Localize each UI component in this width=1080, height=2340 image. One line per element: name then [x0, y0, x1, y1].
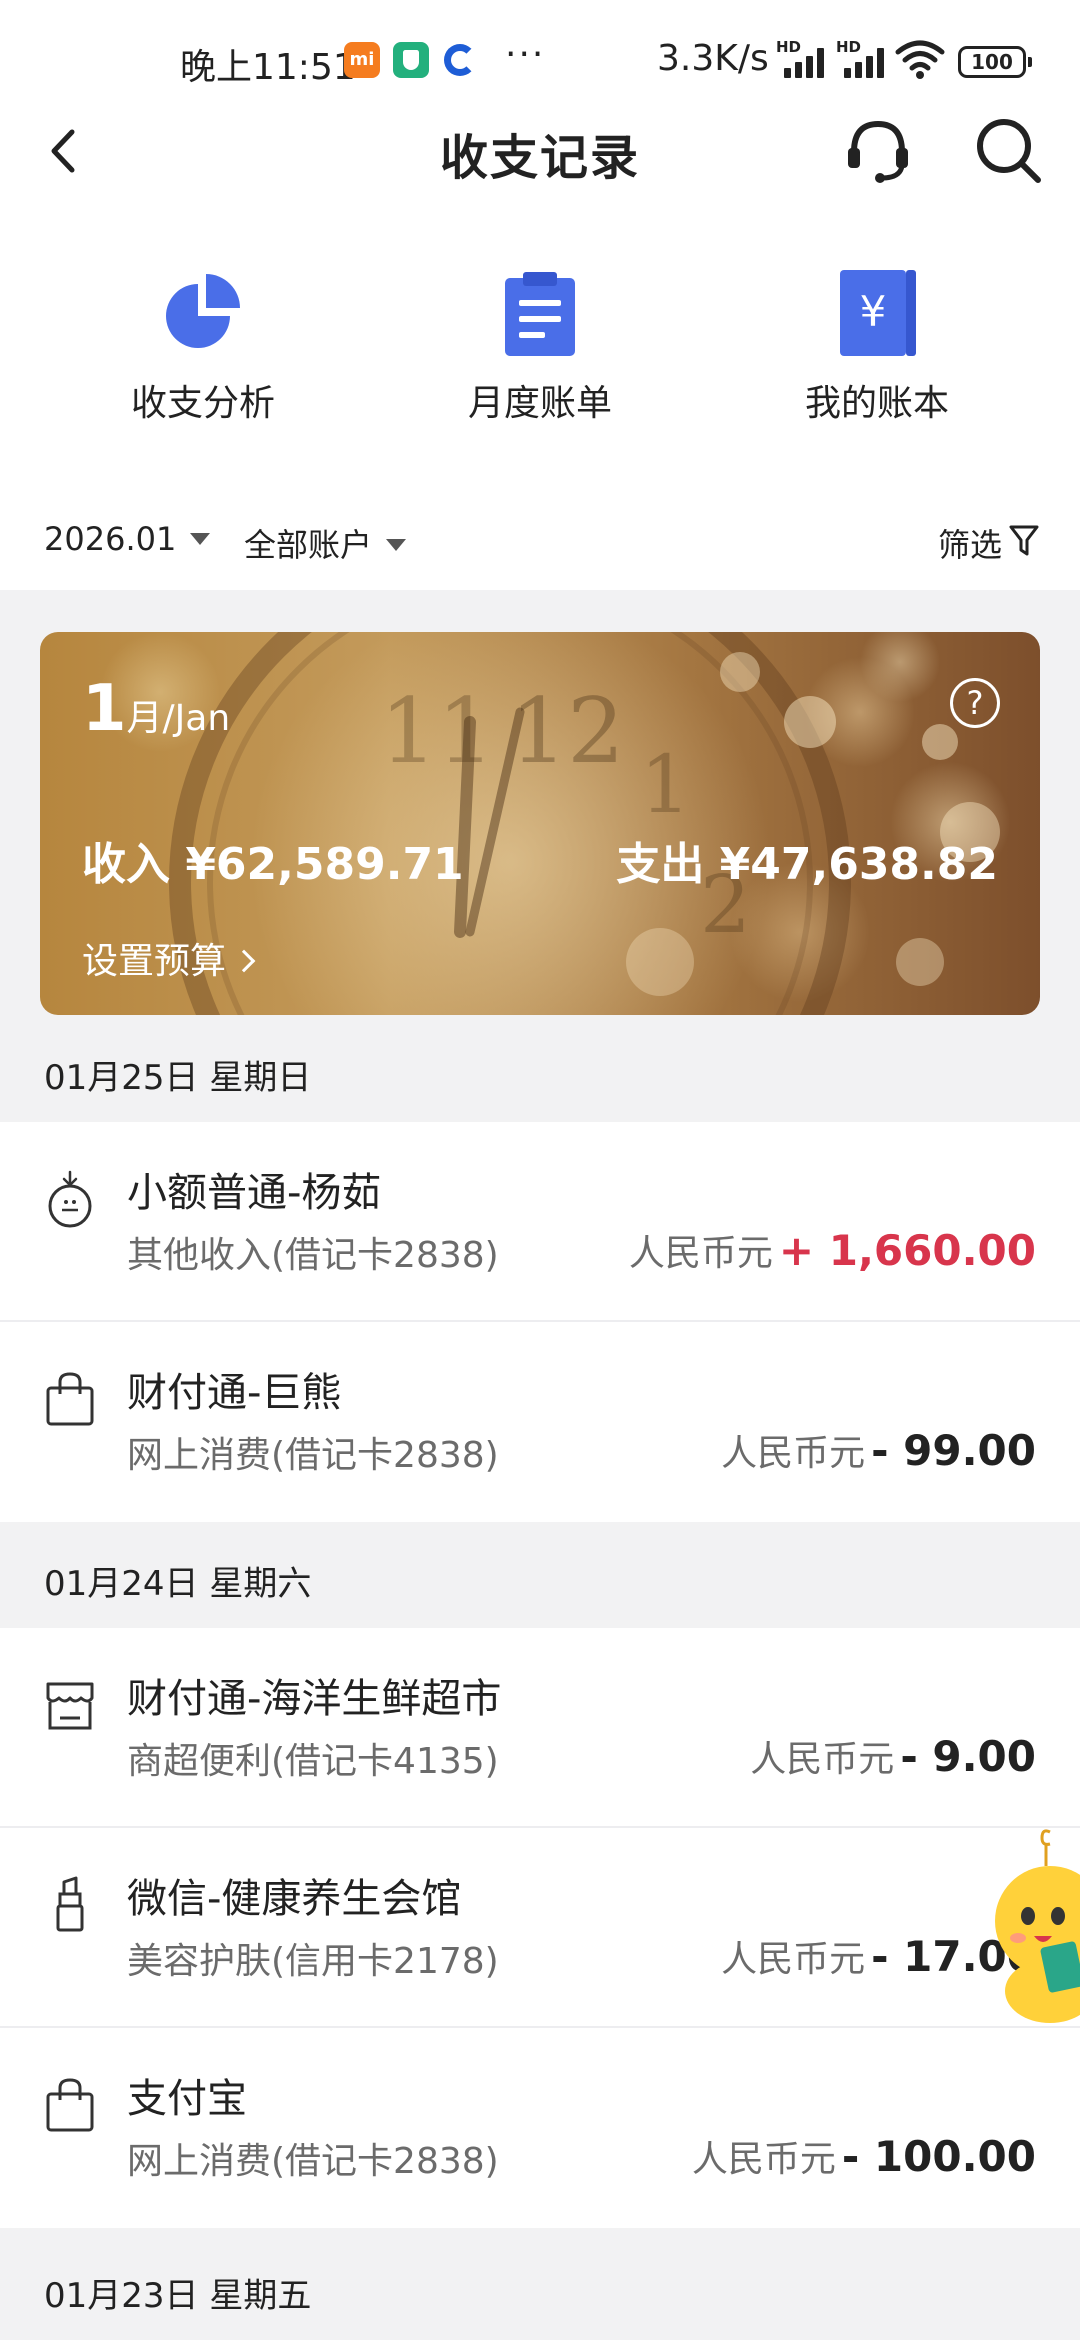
currency-label: 人民币元	[750, 1739, 895, 1780]
svg-text:11: 11	[380, 679, 495, 784]
currency-label: 人民币元	[721, 1939, 866, 1980]
quick-action-analysis[interactable]: 收支分析	[63, 268, 343, 426]
more-notifications-icon: ···	[505, 34, 546, 75]
quick-action-label: 我的账本	[804, 383, 949, 424]
help-icon[interactable]: ?	[950, 678, 1000, 728]
card-expense: 支出 ¥47,638.82	[616, 839, 998, 890]
date-header: 01月24日 星期六	[0, 1528, 1080, 1628]
wifi-icon	[895, 40, 945, 79]
account-selector[interactable]: 全部账户	[244, 520, 407, 566]
quick-action-label: 月度账单	[467, 383, 612, 424]
date-label: 01月25日 星期日	[44, 1058, 312, 1098]
date-header: 01月25日 星期日	[0, 1022, 1080, 1122]
transaction-amount: 人民币元 - 9.00	[750, 1730, 1036, 1782]
transaction-name: 小额普通-杨茹	[127, 1170, 382, 1216]
amount-value: - 9.00	[900, 1732, 1036, 1781]
transaction-category: 网上消费(借记卡2838)	[127, 1435, 499, 1476]
svg-text:1: 1	[640, 738, 691, 831]
signal-icon	[784, 46, 834, 78]
transaction-amount: 人民币元 + 1,660.00	[629, 1224, 1036, 1276]
lipstick-icon	[56, 1876, 84, 1932]
transaction-row[interactable]: 小额普通-杨茹 其他收入(借记卡2838) 人民币元 + 1,660.00	[0, 1122, 1080, 1322]
date-label: 01月24日 星期六	[44, 1564, 312, 1604]
pie-chart-icon	[166, 274, 240, 348]
month-summary-card[interactable]: 12 11 1 2 1月/Jan ? 收入 ¥62,589.71 支出 ¥47,…	[40, 632, 1040, 1015]
date-header: 01月23日 星期五	[0, 2240, 1080, 2340]
customer-service-icon[interactable]	[842, 114, 914, 186]
transaction-name: 支付宝	[127, 2076, 247, 2122]
transaction-name: 财付通-海洋生鲜超市	[127, 1676, 502, 1722]
mi-app-icon: mi	[344, 42, 380, 78]
mascot-assistant-icon[interactable]	[990, 1826, 1080, 2026]
browser-app-icon	[444, 44, 476, 76]
card-month-number: 1	[82, 672, 127, 746]
card-month: 1月/Jan	[82, 672, 230, 746]
set-budget-link[interactable]: 设置预算	[82, 932, 256, 984]
transaction-name: 财付通-巨熊	[127, 1370, 342, 1416]
caret-down-icon	[386, 539, 407, 551]
amount-value: - 99.00	[871, 1426, 1036, 1475]
card-income: 收入 ¥62,589.71	[82, 839, 464, 890]
transaction-amount: 人民币元 - 99.00	[721, 1424, 1036, 1476]
amount-value: - 100.00	[841, 2132, 1036, 2181]
account-value: 全部账户	[244, 526, 373, 564]
transaction-row[interactable]: 支付宝 网上消费(借记卡2838) 人民币元 - 100.00	[0, 2028, 1080, 2228]
status-bar: 晚上11:51 mi ··· 3.3K/s HD HD 100	[0, 0, 1080, 125]
quick-action-monthly-bill[interactable]: 月度账单	[400, 268, 680, 426]
search-icon[interactable]	[972, 114, 1044, 186]
transaction-row[interactable]: 财付通-海洋生鲜超市 商超便利(借记卡4135) 人民币元 - 9.00	[0, 1628, 1080, 1828]
currency-label: 人民币元	[721, 1433, 866, 1474]
battery-icon: 100	[958, 46, 1032, 78]
shopping-bag-icon	[46, 2078, 94, 2132]
transaction-category: 商超便利(借记卡4135)	[127, 1741, 499, 1782]
chevron-right-icon	[232, 949, 256, 973]
filter-button[interactable]: 筛选	[938, 520, 1002, 566]
clipboard-icon	[505, 272, 575, 356]
shopping-bag-icon	[46, 1372, 94, 1426]
month-value: 2026.01	[44, 520, 177, 558]
store-icon	[46, 1682, 94, 1730]
transaction-name: 微信-健康养生会馆	[127, 1876, 462, 1922]
money-bag-icon	[48, 1170, 92, 1228]
status-time: 晚上11:51	[180, 47, 356, 88]
date-label: 01月23日 星期五	[44, 2276, 312, 2316]
transaction-amount: 人民币元 - 17.00	[721, 1930, 1036, 1982]
quick-action-label: 收支分析	[130, 383, 275, 424]
currency-label: 人民币元	[691, 2139, 836, 2180]
caret-down-icon	[190, 533, 211, 545]
currency-label: 人民币元	[628, 1233, 773, 1274]
filter-icon[interactable]	[1008, 522, 1040, 558]
transaction-category: 网上消费(借记卡2838)	[127, 2141, 499, 2182]
transaction-category: 美容护肤(信用卡2178)	[127, 1941, 499, 1982]
transaction-row[interactable]: 微信-健康养生会馆 美容护肤(信用卡2178) 人民币元 - 17.00	[0, 1828, 1080, 2028]
svg-text:12: 12	[510, 679, 625, 784]
signal-icon-2	[844, 46, 894, 78]
page-title: 收支记录	[439, 130, 640, 186]
ledger-book-icon: ¥	[840, 270, 916, 356]
transaction-category: 其他收入(借记卡2838)	[127, 1235, 499, 1276]
set-budget-label: 设置预算	[82, 941, 227, 982]
transaction-amount: 人民币元 - 100.00	[692, 2130, 1036, 2182]
card-month-suffix: 月/Jan	[126, 698, 231, 739]
month-selector[interactable]: 2026.01	[44, 520, 211, 558]
network-speed: 3.3K/s	[657, 38, 769, 79]
svg-text:¥: ¥	[860, 287, 887, 336]
amount-value: + 1,660.00	[778, 1226, 1036, 1275]
transaction-row[interactable]: 财付通-巨熊 网上消费(借记卡2838) 人民币元 - 99.00	[0, 1322, 1080, 1522]
shield-app-icon	[393, 42, 429, 78]
quick-action-my-ledger[interactable]: ¥ 我的账本	[737, 268, 1017, 426]
